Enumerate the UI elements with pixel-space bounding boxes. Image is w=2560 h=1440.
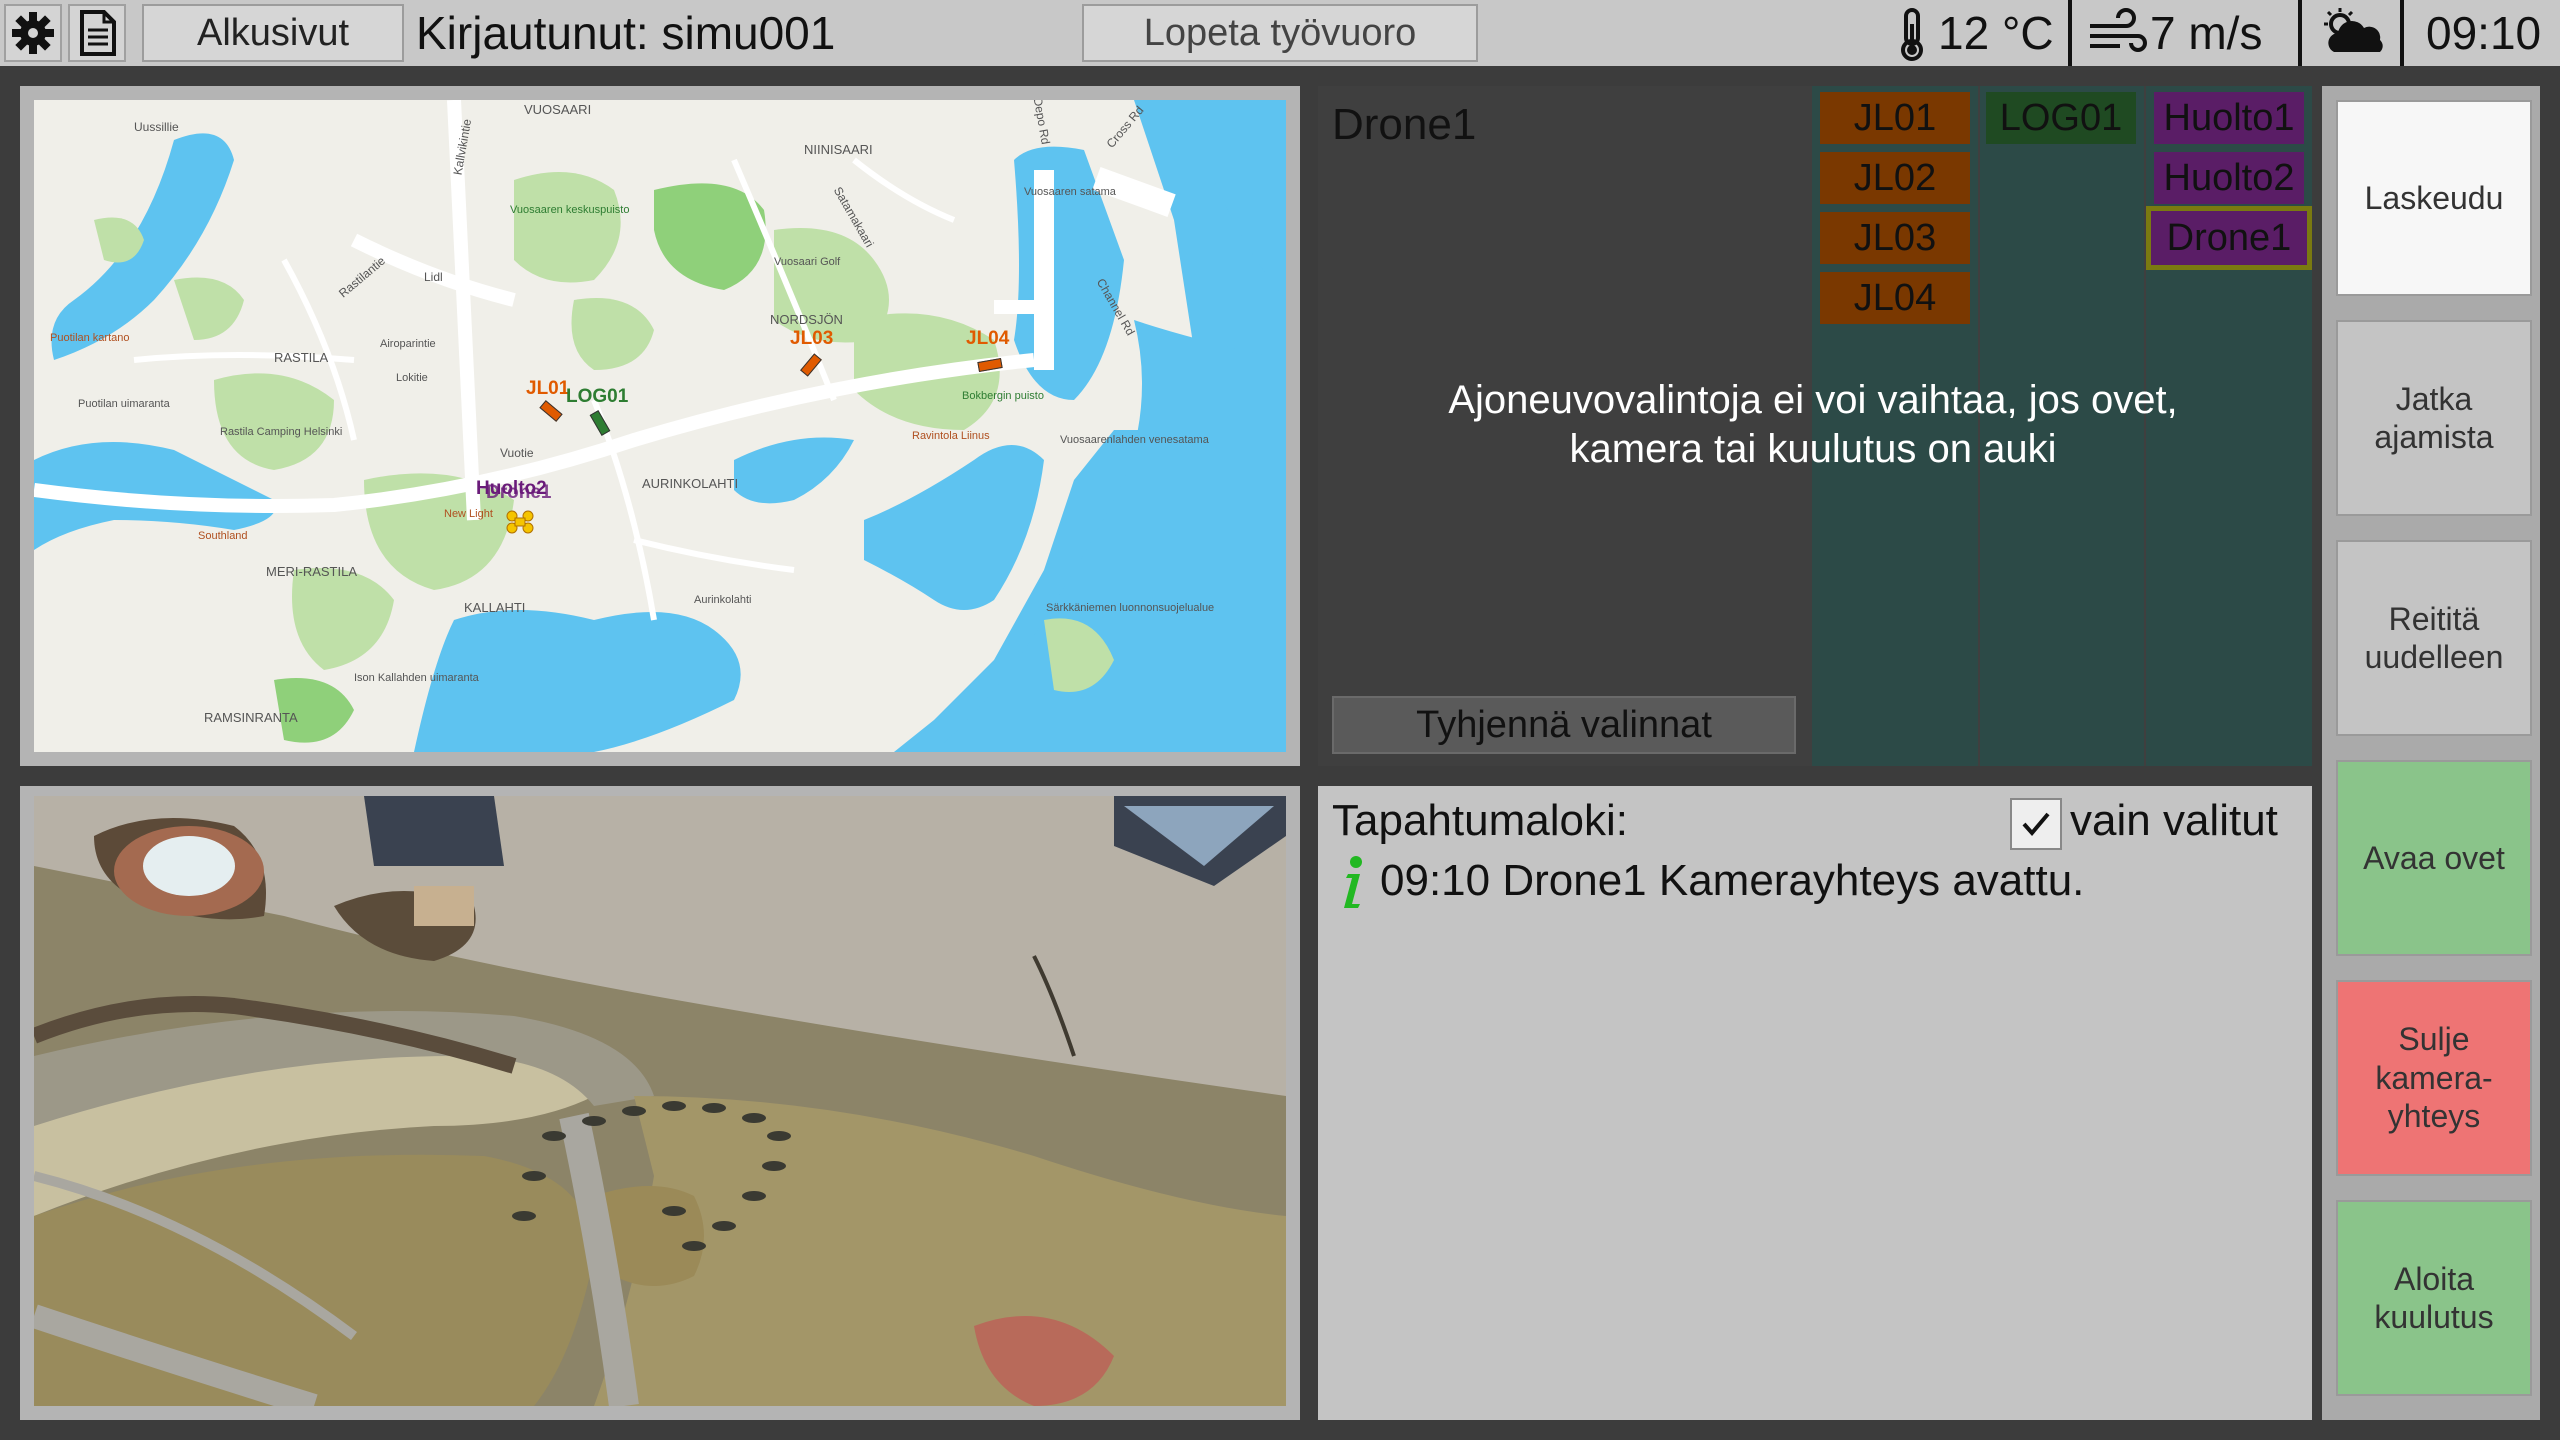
map-label: RASTILA — [274, 350, 329, 365]
log-entry: 09:10 Drone1 Kamerayhteys avattu. — [1380, 856, 2085, 905]
divider — [2298, 0, 2302, 66]
map-vehicle-label: Drone1 — [486, 482, 552, 503]
wind-value: 7 m/s — [2150, 7, 2263, 59]
map-label: Airoparintie — [380, 338, 436, 350]
map-label: Uussillie — [134, 120, 179, 134]
only-selected-label: vain valitut — [2070, 796, 2278, 845]
gear-icon[interactable] — [4, 4, 62, 62]
checkmark-icon — [2022, 812, 2050, 837]
drone-icon[interactable] — [506, 510, 534, 534]
vehicle-button-huolto2[interactable]: Huolto2 — [2154, 152, 2304, 204]
map-label: MERI-RASTILA — [266, 564, 358, 579]
map-label: Vuosaari Golf — [774, 256, 841, 268]
top-bar: Alkusivut Kirjautunut: simu001 Lopeta ty… — [0, 0, 2560, 66]
vehicle-button-jl03[interactable]: JL03 — [1820, 212, 1970, 264]
map-label: Särkkäniemen luonnonsuojelualue — [1046, 602, 1215, 614]
clock: 09:10 — [2426, 7, 2542, 59]
land-button[interactable]: Laskeudu — [2336, 100, 2532, 296]
logged-in-user: Kirjautunut: simu001 — [416, 7, 836, 59]
vehicle-button-jl04[interactable]: JL04 — [1820, 272, 1970, 324]
selection-locked-notice: Ajoneuvovalintoja ei voi vaihtaa, jos ov… — [1448, 378, 2178, 471]
divider — [2068, 0, 2072, 66]
map-label: Rastila Camping Helsinki — [220, 426, 343, 438]
map-label: AURINKOLAHTI — [642, 476, 739, 491]
event-log-panel: Tapahtumaloki: vain valitut 09:10 Drone1… — [1318, 786, 2312, 1420]
vehicle-button-jl02[interactable]: JL02 — [1820, 152, 1970, 204]
divider — [2400, 0, 2404, 66]
map-label: NORDSJÖN — [770, 312, 843, 327]
map-label: New Light — [444, 508, 493, 520]
map-label: Southland — [198, 530, 248, 542]
info-icon — [1338, 854, 1368, 910]
reroute-button[interactable]: Reititä uudelleen — [2336, 540, 2532, 736]
map-label: RAMSINRANTA — [204, 710, 298, 725]
camera-feed — [34, 796, 1286, 1406]
map-vehicle-label: JL04 — [966, 328, 1010, 349]
home-button[interactable]: Alkusivut — [142, 4, 404, 62]
camera-panel — [20, 786, 1300, 1420]
map-label: Ravintola Liinus — [912, 430, 990, 442]
wind-icon — [2086, 8, 2148, 63]
vehicle-selection-panel: Drone1 JL01 JL02 JL03 JL04 LOG01 Huolto1… — [1318, 86, 2312, 766]
document-icon[interactable] — [68, 4, 126, 62]
map-label: NIINISAARI — [804, 142, 873, 157]
thermometer-icon — [1892, 6, 1932, 67]
vehicle-button-jl01[interactable]: JL01 — [1820, 92, 1970, 144]
cloud-sun-icon — [2318, 6, 2394, 65]
map-label: Lokitie — [396, 372, 428, 384]
map-label: Vuosaarenlahden venesatama — [1060, 434, 1209, 446]
map-vehicle-label: JL03 — [790, 328, 834, 349]
only-selected-checkbox[interactable] — [2010, 798, 2062, 850]
map-label: Puotilan kartano — [50, 332, 130, 344]
clear-selections-button[interactable]: Tyhjennä valinnat — [1332, 696, 1796, 754]
continue-driving-button[interactable]: Jatka ajamista — [2336, 320, 2532, 516]
action-sidebar: Laskeudu Jatka ajamista Reititä uudellee… — [2322, 86, 2540, 1420]
map-vehicle-label: LOG01 — [566, 386, 629, 407]
open-doors-button[interactable]: Avaa ovet — [2336, 760, 2532, 956]
map-vehicle-label: JL01 — [526, 378, 570, 399]
map-label: Lidl — [424, 270, 443, 284]
map-label: Vuosaaren keskuspuisto — [510, 204, 630, 216]
log-title: Tapahtumaloki: — [1332, 796, 1628, 845]
map-label: Aurinkolahti — [694, 594, 752, 606]
map-panel: VUOSAARI NIINISAARI Uussillie Vuosaaren … — [20, 86, 1300, 766]
vehicle-button-log01[interactable]: LOG01 — [1986, 92, 2136, 144]
map-view[interactable]: VUOSAARI NIINISAARI Uussillie Vuosaaren … — [34, 100, 1286, 752]
start-announcement-button[interactable]: Aloita kuulutus — [2336, 1200, 2532, 1396]
map-label: Puotilan uimaranta — [78, 398, 170, 410]
map-label: KALLAHTI — [464, 600, 526, 615]
map-label: Bokbergin puisto — [962, 390, 1044, 402]
end-shift-button[interactable]: Lopeta työvuoro — [1082, 4, 1478, 62]
selected-vehicle-title: Drone1 — [1332, 100, 1477, 149]
temperature-value: 12 °C — [1938, 7, 2054, 59]
map-label: Vuotie — [500, 446, 534, 460]
vehicle-button-drone1[interactable]: Drone1 — [2146, 206, 2312, 270]
close-camera-button[interactable]: Sulje kamera- yhteys — [2336, 980, 2532, 1176]
map-label: Vuosaaren satama — [1024, 186, 1116, 198]
map-label: VUOSAARI — [524, 102, 592, 117]
vehicle-button-huolto1[interactable]: Huolto1 — [2154, 92, 2304, 144]
map-label: Ison Kallahden uimaranta — [354, 672, 479, 684]
